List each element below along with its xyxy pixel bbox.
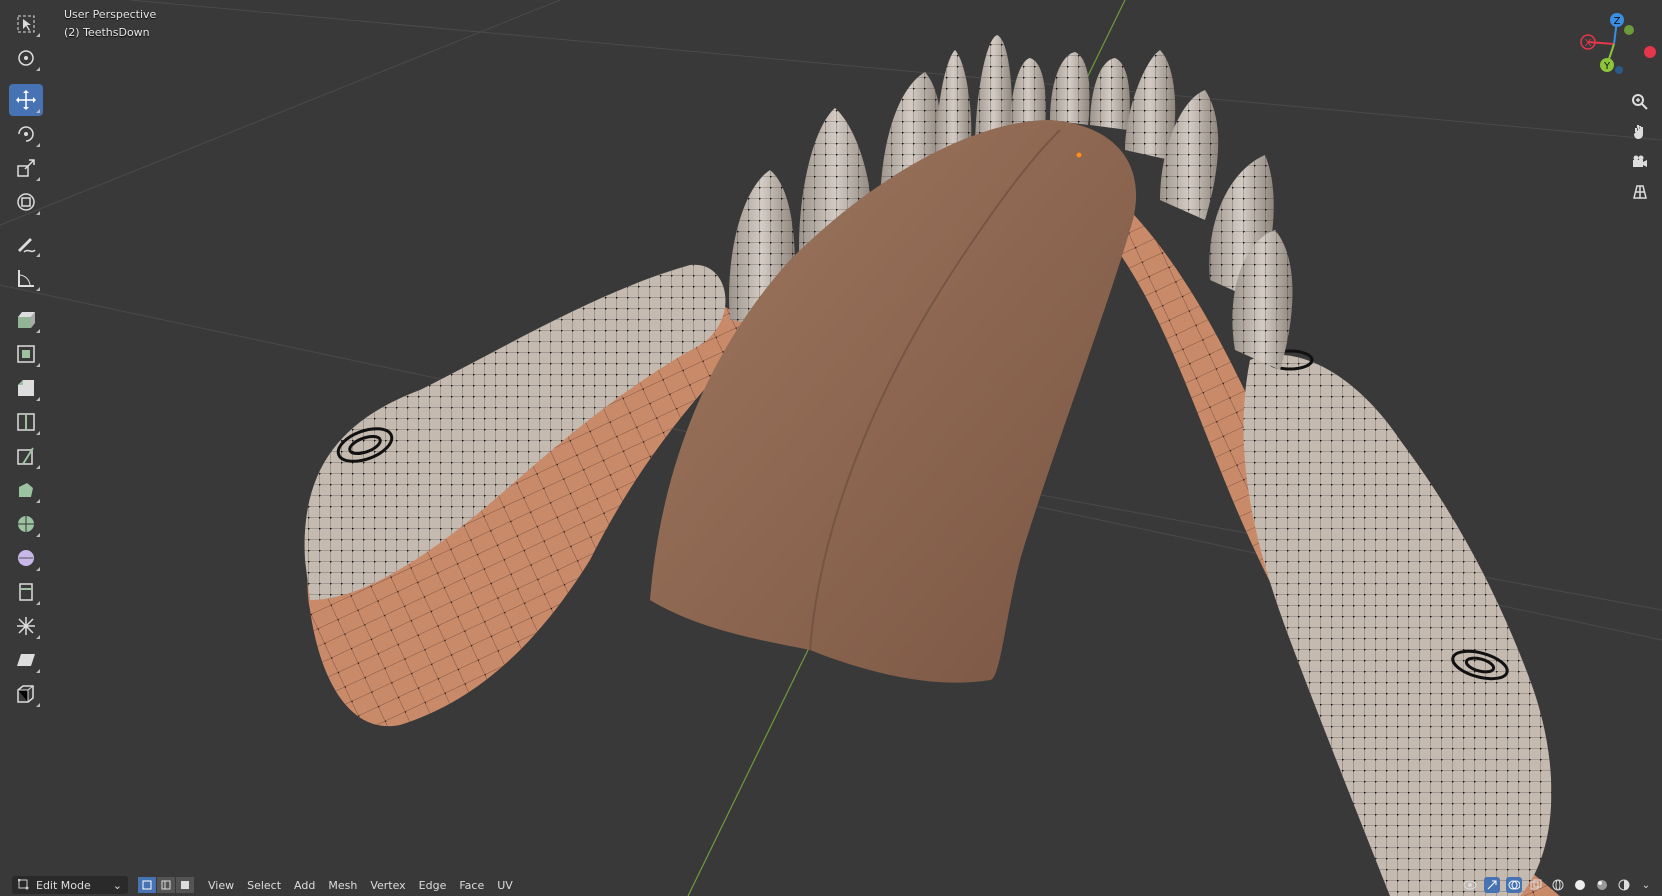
menu-edge[interactable]: Edge (419, 879, 447, 892)
menu-select[interactable]: Select (247, 879, 281, 892)
material-shading-icon[interactable] (1594, 877, 1610, 893)
tool-shelf (6, 6, 46, 712)
shrink-fatten-icon[interactable] (9, 610, 43, 642)
neg-y-axis-icon[interactable] (1624, 25, 1634, 35)
menu-vertex[interactable]: Vertex (370, 879, 405, 892)
rip-region-icon[interactable] (9, 678, 43, 710)
shading-widgets: ⌄ (1462, 877, 1654, 893)
viewport-scene[interactable] (0, 0, 1662, 896)
orthographic-grid-icon[interactable] (1628, 180, 1652, 204)
scale-icon[interactable] (9, 152, 43, 184)
zoom-icon[interactable] (1628, 90, 1652, 114)
object-label: (2) TeethsDown (64, 26, 150, 39)
loop-cut-icon[interactable] (9, 406, 43, 438)
xray-toggle-icon[interactable] (1528, 877, 1544, 893)
wireframe-shading-icon[interactable] (1550, 877, 1566, 893)
annotate-icon[interactable] (9, 228, 43, 260)
poly-build-icon[interactable] (9, 474, 43, 506)
menu-face[interactable]: Face (459, 879, 484, 892)
tongue (650, 120, 1137, 683)
x-axis-label: X (1585, 38, 1592, 49)
shear-icon[interactable] (9, 644, 43, 676)
viewport-header: Edit Mode ⌄ View Select Add Mesh Vertex … (0, 874, 1662, 896)
extrude-region-icon[interactable] (9, 304, 43, 336)
bevel-icon[interactable] (9, 372, 43, 404)
cursor-icon[interactable] (9, 42, 43, 74)
view-name: User Perspective (64, 8, 157, 21)
toolbar-separator (6, 76, 46, 82)
right-jaw (1110, 200, 1560, 896)
solid-shading-icon[interactable] (1572, 877, 1588, 893)
spin-icon[interactable] (9, 508, 43, 540)
smooth-icon[interactable] (9, 542, 43, 574)
visibility-icon[interactable] (1462, 877, 1478, 893)
shading-options-icon[interactable]: ⌄ (1638, 877, 1654, 893)
transform-icon[interactable] (9, 186, 43, 218)
y-axis-label: Y (1603, 61, 1611, 72)
menu-uv[interactable]: UV (497, 879, 513, 892)
menu-view[interactable]: View (208, 879, 234, 892)
move-icon[interactable] (9, 84, 43, 116)
navigation-gizmo[interactable]: Z X Y (1552, 0, 1662, 90)
gizmo-toggle-icon[interactable] (1484, 877, 1500, 893)
inset-faces-icon[interactable] (9, 338, 43, 370)
mode-label: Edit Mode (36, 878, 91, 892)
mode-select[interactable]: Edit Mode ⌄ (12, 876, 128, 894)
menu-mesh[interactable]: Mesh (328, 879, 357, 892)
select-mode-group (138, 877, 195, 893)
face-select-button[interactable] (176, 877, 194, 893)
knife-icon[interactable] (9, 440, 43, 472)
3d-viewport[interactable]: User Perspective (2) TeethsDown Z X Y Ed… (0, 0, 1662, 896)
camera-icon[interactable] (1628, 150, 1652, 174)
measure-icon[interactable] (9, 262, 43, 294)
pan-hand-icon[interactable] (1628, 120, 1652, 144)
x-axis-icon[interactable] (1644, 46, 1656, 58)
toolbar-separator (6, 220, 46, 226)
edit-mode-icon (18, 879, 29, 890)
rotate-icon[interactable] (9, 118, 43, 150)
vertex-select-button[interactable] (138, 877, 156, 893)
neg-z-axis-icon[interactable] (1615, 66, 1623, 74)
rendered-shading-icon[interactable] (1616, 877, 1632, 893)
menu-add[interactable]: Add (294, 879, 315, 892)
toolbar-separator (6, 296, 46, 302)
z-axis-label: Z (1614, 16, 1621, 27)
edge-select-button[interactable] (157, 877, 175, 893)
chevron-down-icon: ⌄ (112, 878, 122, 892)
edge-slide-icon[interactable] (9, 576, 43, 608)
overlay-toggle-icon[interactable] (1506, 877, 1522, 893)
select-box-icon[interactable] (9, 8, 43, 40)
